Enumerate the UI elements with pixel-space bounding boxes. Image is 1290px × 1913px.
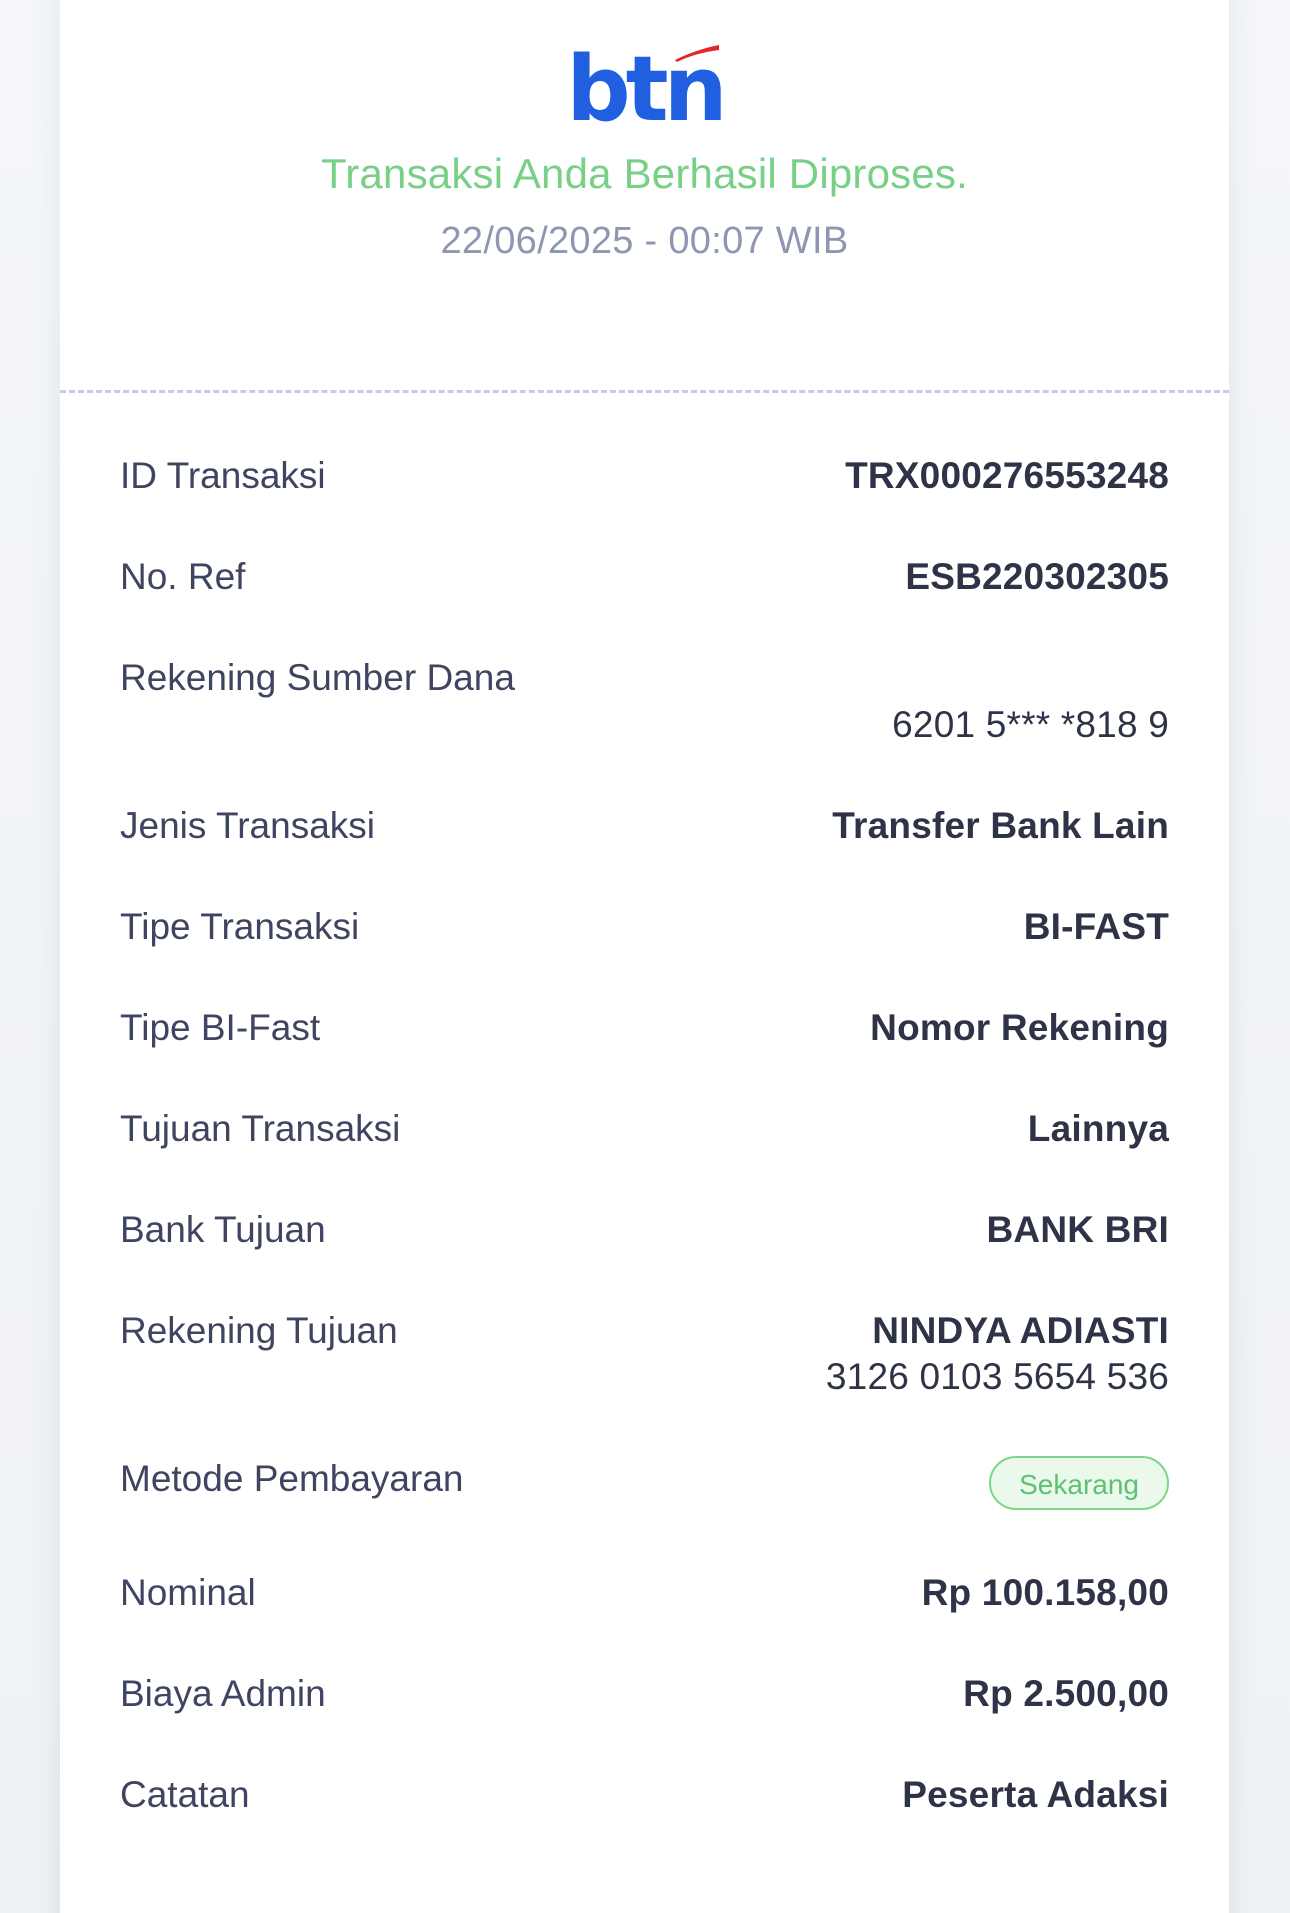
label-rekening-tujuan: Rekening Tujuan — [120, 1310, 398, 1351]
row-id-transaksi: ID Transaksi TRX000276553248 — [120, 453, 1169, 513]
row-tipe-transaksi: Tipe Transaksi BI-FAST — [120, 904, 1169, 964]
label-biaya-admin: Biaya Admin — [120, 1673, 326, 1714]
value-biaya-admin: Rp 2.500,00 — [963, 1673, 1169, 1714]
row-no-ref: No. Ref ESB220302305 — [120, 554, 1169, 614]
label-jenis-transaksi: Jenis Transaksi — [120, 805, 375, 846]
payment-method-badge: Sekarang — [989, 1456, 1169, 1510]
label-tipe-bifast: Tipe BI-Fast — [120, 1007, 321, 1048]
label-tujuan-transaksi: Tujuan Transaksi — [120, 1108, 401, 1149]
row-rekening-sumber: Rekening Sumber Dana 6201 5*** *818 9 — [120, 655, 1169, 765]
row-jenis-transaksi: Jenis Transaksi Transfer Bank Lain — [120, 803, 1169, 863]
value-no-ref: ESB220302305 — [905, 556, 1169, 597]
label-rekening-sumber: Rekening Sumber Dana — [120, 657, 515, 698]
transaction-datetime: 22/06/2025 - 00:07 WIB — [440, 220, 849, 262]
label-no-ref: No. Ref — [120, 556, 246, 597]
value-rekening-tujuan: NINDYA ADIASTI 3126 0103 5654 536 — [826, 1308, 1169, 1400]
recipient-account-number: 3126 0103 5654 536 — [825, 1356, 1169, 1397]
label-nominal: Nominal — [120, 1572, 256, 1613]
value-tipe-bifast: Nomor Rekening — [870, 1007, 1169, 1048]
value-tipe-transaksi: BI-FAST — [1023, 906, 1169, 947]
logo-wrap: btn — [566, 45, 728, 135]
receipt-card: btn Transaksi Anda Berhasil Diproses. 22… — [60, 0, 1229, 1913]
value-tujuan-transaksi: Lainnya — [1027, 1108, 1169, 1149]
dashed-divider — [60, 390, 1229, 393]
row-rekening-tujuan: Rekening Tujuan NINDYA ADIASTI 3126 0103… — [120, 1308, 1169, 1408]
success-message: Transaksi Anda Berhasil Diproses. — [321, 150, 968, 197]
label-bank-tujuan: Bank Tujuan — [120, 1209, 326, 1250]
label-id-transaksi: ID Transaksi — [120, 455, 326, 496]
recipient-name: NINDYA ADIASTI — [872, 1310, 1169, 1351]
value-bank-tujuan: BANK BRI — [986, 1209, 1169, 1250]
row-tipe-bifast: Tipe BI-Fast Nomor Rekening — [120, 1005, 1169, 1065]
row-metode-pembayaran: Metode Pembayaran Sekarang — [120, 1456, 1169, 1516]
value-id-transaksi: TRX000276553248 — [845, 455, 1169, 496]
label-tipe-transaksi: Tipe Transaksi — [120, 906, 360, 947]
page: btn Transaksi Anda Berhasil Diproses. 22… — [0, 0, 1290, 1913]
row-catatan: Catatan Peserta Adaksi — [120, 1772, 1169, 1832]
value-rekening-sumber: 6201 5*** *818 9 — [892, 704, 1169, 745]
row-tujuan-transaksi: Tujuan Transaksi Lainnya — [120, 1106, 1169, 1166]
value-nominal: Rp 100.158,00 — [921, 1572, 1169, 1613]
bank-logo: btn — [60, 45, 1229, 135]
row-nominal: Nominal Rp 100.158,00 — [120, 1570, 1169, 1630]
row-bank-tujuan: Bank Tujuan BANK BRI — [120, 1207, 1169, 1267]
logo-swoosh-icon — [674, 45, 719, 62]
label-metode-pembayaran: Metode Pembayaran — [120, 1458, 464, 1499]
value-jenis-transaksi: Transfer Bank Lain — [832, 805, 1169, 846]
label-catatan: Catatan — [120, 1774, 250, 1815]
row-biaya-admin: Biaya Admin Rp 2.500,00 — [120, 1671, 1169, 1731]
value-catatan: Peserta Adaksi — [902, 1774, 1169, 1815]
